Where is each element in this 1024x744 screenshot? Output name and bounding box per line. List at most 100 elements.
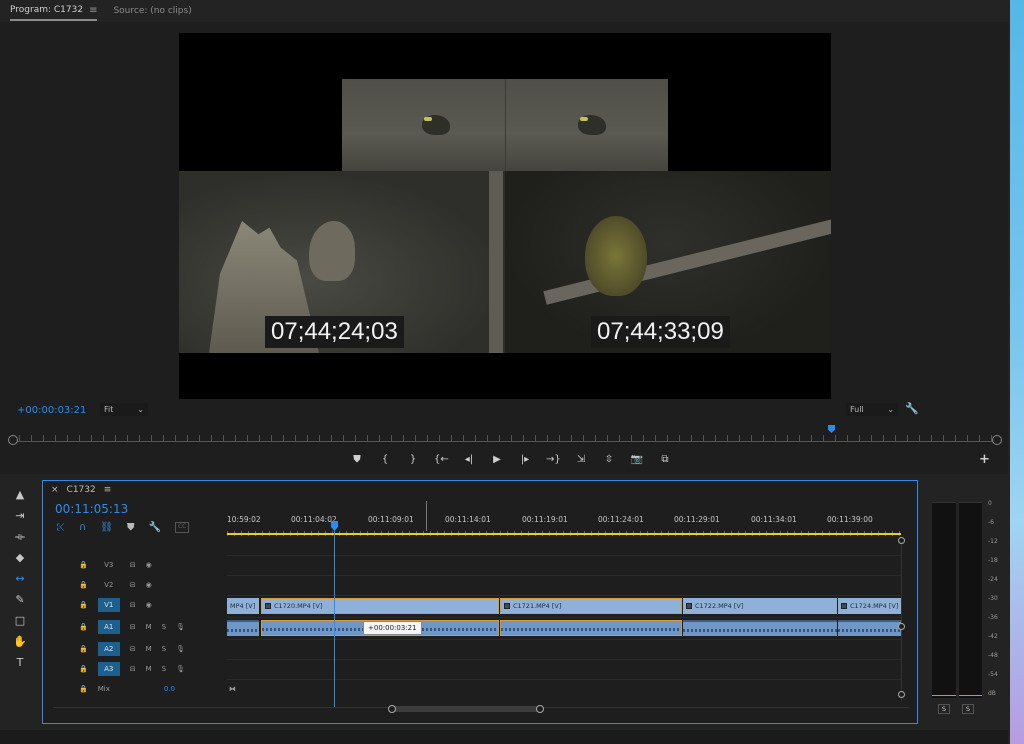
timeline-playhead-line[interactable] (334, 521, 335, 707)
sync-lock-icon[interactable]: ⊟ (130, 665, 136, 673)
sync-lock-icon[interactable]: ⊟ (130, 581, 136, 589)
scroll-thumb[interactable] (388, 705, 544, 713)
timeline-ruler[interactable]: 10:59:02 00:11:04:02 00:11:09:01 00:11:1… (227, 509, 901, 536)
video-clip[interactable]: C1722.MP4 [V] (683, 598, 837, 614)
mark-in-button[interactable]: { (378, 454, 392, 465)
go-to-out-button[interactable]: →} (546, 454, 561, 465)
eye-icon[interactable]: ◉ (146, 561, 152, 569)
track-body[interactable] (227, 617, 901, 637)
track-body[interactable] (227, 659, 901, 679)
panel-menu-icon[interactable]: ≡ (89, 5, 97, 16)
lock-icon[interactable]: 🔒 (79, 623, 88, 631)
video-clip[interactable]: MP4 [V] (227, 598, 259, 614)
pen-tool-icon[interactable]: ✎ (10, 593, 30, 607)
wrench-icon[interactable]: 🔧 (905, 402, 919, 415)
add-marker-button[interactable]: ⛊ (350, 454, 364, 465)
scroll-knob[interactable] (898, 623, 905, 630)
video-clip[interactable]: C1724.MP4 [V] (838, 598, 901, 614)
captions-icon[interactable]: CC (174, 522, 190, 533)
mute-button[interactable]: M (146, 665, 152, 673)
work-area-bar[interactable] (227, 533, 901, 535)
mute-button[interactable]: M (146, 645, 152, 653)
mix-value[interactable]: 0.0 (164, 685, 175, 693)
eye-icon[interactable]: ◉ (146, 581, 152, 589)
nest-icon[interactable]: ⤪ (57, 522, 65, 533)
monitor-scrub-bar[interactable] (8, 428, 1002, 445)
sync-lock-icon[interactable]: ⊟ (130, 561, 136, 569)
linked-selection-icon[interactable]: ⛓ (100, 522, 113, 533)
audio-clip[interactable] (227, 620, 259, 636)
step-back-button[interactable]: ◂| (462, 454, 476, 465)
type-tool-icon[interactable]: T (10, 656, 30, 670)
program-viewer[interactable]: 07;44;24;03 07;44;33;09 (179, 33, 831, 399)
track-label[interactable]: V2 (98, 578, 120, 592)
solo-button[interactable]: S (162, 645, 166, 653)
mic-icon[interactable]: 🎙 (176, 623, 185, 631)
track-body[interactable]: MP4 [V] C1720.MP4 [V] C1721.MP4 [V] C172… (227, 595, 901, 615)
lock-icon[interactable]: 🔒 (79, 645, 88, 653)
export-frame-button[interactable]: 📷 (630, 454, 644, 465)
vertical-scrollbar[interactable] (898, 537, 907, 701)
selection-tool-icon[interactable]: ▲ (10, 488, 30, 502)
track-label[interactable]: V1 (97, 598, 120, 612)
track-body[interactable] (227, 555, 901, 575)
compare-view-button[interactable]: ⧉ (658, 454, 672, 465)
video-clip[interactable]: C1721.MP4 [V] (500, 598, 682, 614)
track-body[interactable] (227, 639, 901, 659)
track-label[interactable]: A3 (97, 662, 120, 676)
mute-button[interactable]: M (146, 623, 152, 631)
sync-lock-icon[interactable]: ⊟ (130, 645, 136, 653)
razor-tool-icon[interactable]: ◆ (10, 551, 30, 565)
resolution-select[interactable]: Full ⌄ (846, 403, 898, 416)
scroll-knob[interactable] (898, 691, 905, 698)
tab-program[interactable]: Program: C1732 ≡ (10, 1, 98, 21)
slip-tool-icon[interactable]: ↔ (10, 572, 30, 586)
go-to-in-button[interactable]: {← (434, 454, 449, 465)
audio-clip[interactable] (838, 620, 901, 636)
track-label[interactable]: A2 (97, 642, 120, 656)
playhead-timecode[interactable]: +00:00:03:21 (17, 405, 86, 416)
lock-icon[interactable]: 🔒 (79, 685, 88, 693)
track-label[interactable]: V3 (98, 558, 120, 572)
snap-icon[interactable]: ∩ (79, 522, 86, 533)
scroll-knob[interactable] (898, 537, 905, 544)
overwrite-button[interactable]: ⇳ (602, 454, 616, 465)
add-marker-icon[interactable]: ⛊ (127, 522, 135, 533)
sequence-tab[interactable]: C1732 (67, 485, 96, 495)
solo-button[interactable]: S (162, 623, 166, 631)
settings-icon[interactable]: 🔧 (149, 522, 161, 533)
eye-icon[interactable]: ◉ (146, 601, 152, 609)
lock-icon[interactable]: 🔒 (79, 601, 88, 609)
rectangle-tool-icon[interactable]: □ (10, 614, 30, 628)
audio-clip[interactable] (500, 620, 682, 636)
solo-right-button[interactable]: S (962, 704, 974, 714)
track-body[interactable] (227, 575, 901, 595)
track-label[interactable]: A1 (97, 620, 120, 634)
tab-source[interactable]: Source: (no clips) (113, 0, 191, 22)
track-select-tool-icon[interactable]: ⇥ (10, 509, 30, 523)
solo-button[interactable]: S (162, 665, 166, 673)
lock-icon[interactable]: 🔒 (79, 581, 88, 589)
solo-left-button[interactable]: S (938, 704, 950, 714)
horizontal-scrollbar[interactable] (53, 705, 909, 713)
mic-icon[interactable]: 🎙 (176, 645, 185, 653)
video-clip[interactable]: C1720.MP4 [V] (261, 598, 499, 614)
panel-menu-icon[interactable]: ≡ (104, 485, 112, 495)
ripple-edit-tool-icon[interactable]: ⟛ (10, 530, 30, 544)
sync-lock-icon[interactable]: ⊟ (130, 623, 136, 631)
mic-icon[interactable]: 🎙 (176, 665, 185, 673)
timeline-timecode[interactable]: 00:11:05:13 (55, 502, 128, 516)
lock-icon[interactable]: 🔒 (79, 665, 88, 673)
audio-clip[interactable] (683, 620, 837, 636)
track-body[interactable] (227, 679, 901, 699)
step-forward-button[interactable]: |▸ (518, 454, 532, 465)
close-icon[interactable]: × (51, 485, 59, 495)
hand-tool-icon[interactable]: ✋ (10, 635, 30, 649)
lock-icon[interactable]: 🔒 (79, 561, 88, 569)
play-button[interactable]: ▶ (490, 454, 504, 465)
button-editor-button[interactable]: + (979, 452, 990, 467)
mark-out-button[interactable]: } (406, 454, 420, 465)
sync-lock-icon[interactable]: ⊟ (130, 601, 136, 609)
insert-button[interactable]: ⇲ (574, 454, 588, 465)
fit-select[interactable]: Fit ⌄ (100, 403, 148, 416)
